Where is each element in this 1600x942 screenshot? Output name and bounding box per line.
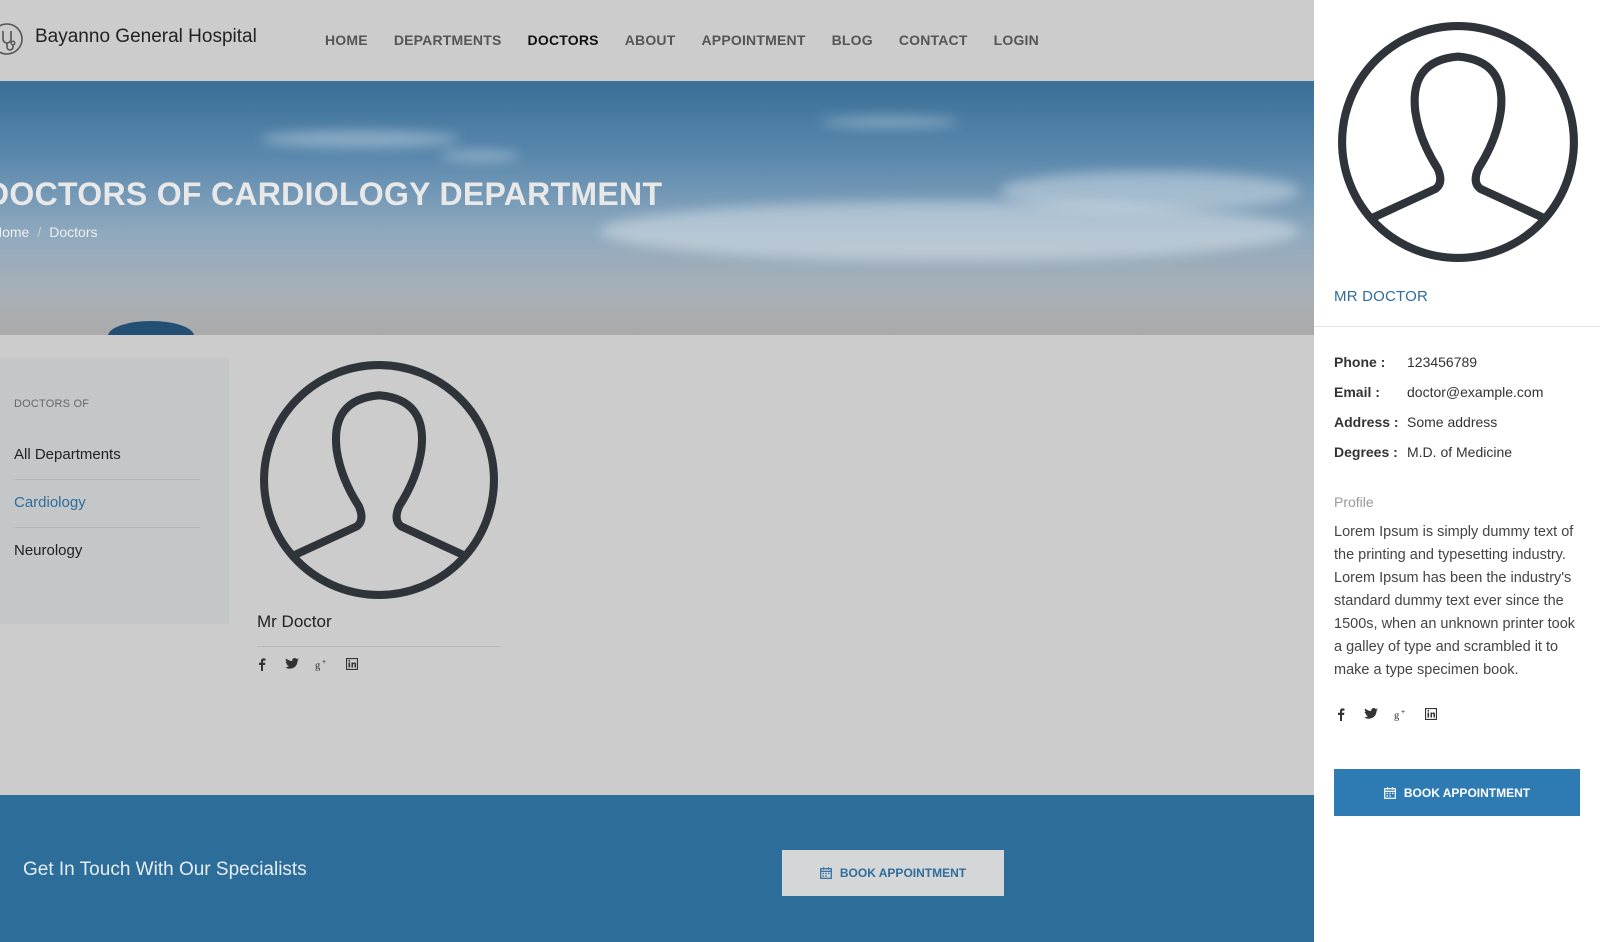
info-value: 123456789 xyxy=(1407,354,1478,370)
sidebar-heading: DOCTORS OF xyxy=(14,398,90,410)
profile-text: Lorem Ipsum is simply dummy text of the … xyxy=(1334,524,1576,678)
nav-appointment[interactable]: APPOINTMENT xyxy=(701,32,805,48)
calendar-icon xyxy=(819,867,832,879)
breadcrumb-home[interactable]: Home xyxy=(0,224,29,240)
profile-heading: Profile xyxy=(1334,494,1374,510)
sidebar-item-neurology[interactable]: Neurology xyxy=(14,542,200,575)
info-label: Phone : xyxy=(1334,354,1386,370)
info-phone: Phone : 123456789 xyxy=(1334,354,1477,370)
linkedin-icon[interactable] xyxy=(1424,707,1438,721)
info-degrees: Degrees : M.D. of Medicine xyxy=(1334,444,1512,460)
panel-doctor-avatar xyxy=(1338,22,1578,262)
department-sidebar: DOCTORS OF All Departments Cardiology Ne… xyxy=(0,358,229,624)
svg-text:g: g xyxy=(1394,710,1400,721)
twitter-icon[interactable] xyxy=(1364,707,1378,721)
info-label: Email : xyxy=(1334,384,1380,400)
nav-about[interactable]: ABOUT xyxy=(625,32,676,48)
breadcrumb: Home / Doctors xyxy=(0,224,97,240)
book-appointment-button[interactable]: BOOK APPOINTMENT xyxy=(782,850,1004,896)
info-email: Email : doctor@example.com xyxy=(1334,384,1543,400)
book-appointment-label: BOOK APPOINTMENT xyxy=(839,866,967,880)
nav-doctors[interactable]: DOCTORS xyxy=(528,32,599,48)
info-value: Some address xyxy=(1407,414,1498,430)
nav-home[interactable]: HOME xyxy=(325,32,368,48)
svg-text:+: + xyxy=(322,659,326,666)
nav-blog[interactable]: BLOG xyxy=(832,32,873,48)
facebook-icon[interactable] xyxy=(1334,707,1348,721)
cta-text: Get In Touch With Our Specialists xyxy=(23,859,307,880)
hill-decoration xyxy=(108,321,194,335)
doctor-avatar[interactable] xyxy=(258,359,500,601)
info-value: M.D. of Medicine xyxy=(1407,444,1513,460)
google-plus-icon[interactable]: g + xyxy=(1394,707,1408,721)
cloud-decoration xyxy=(440,151,520,161)
svg-text:+: + xyxy=(1401,709,1405,716)
facebook-icon[interactable] xyxy=(255,657,269,671)
doctor-social-links: g + xyxy=(255,657,359,671)
cta-band: Get In Touch With Our Specialists BOOK A… xyxy=(0,795,1314,942)
breadcrumb-current: Doctors xyxy=(49,224,98,240)
main-nav: HOME DEPARTMENTS DOCTORS ABOUT APPOINTME… xyxy=(325,32,1065,48)
nav-login[interactable]: LOGIN xyxy=(994,32,1039,48)
cloud-decoration xyxy=(260,131,460,147)
google-plus-icon[interactable]: g + xyxy=(315,657,329,671)
sidebar-item-all-departments[interactable]: All Departments xyxy=(14,446,200,480)
info-label: Degrees : xyxy=(1334,444,1398,460)
panel-book-appointment-button[interactable]: BOOK APPOINTMENT xyxy=(1334,769,1580,816)
breadcrumb-separator: / xyxy=(37,224,42,240)
doctor-name[interactable]: Mr Doctor xyxy=(257,612,332,632)
cloud-decoration xyxy=(600,201,1300,261)
nav-contact[interactable]: CONTACT xyxy=(899,32,968,48)
twitter-icon[interactable] xyxy=(285,657,299,671)
site-header: Bayanno General Hospital HOME DEPARTMENT… xyxy=(0,0,1314,81)
cloud-decoration xyxy=(820,117,960,127)
divider xyxy=(1314,326,1600,327)
stethoscope-icon[interactable] xyxy=(0,22,24,56)
page-title: DOCTORS OF CARDIOLOGY DEPARTMENT xyxy=(0,176,663,212)
linkedin-icon[interactable] xyxy=(345,657,359,671)
divider xyxy=(257,646,501,647)
doctor-detail-panel: MR DOCTOR Phone : 123456789 Email : doct… xyxy=(1314,0,1600,942)
panel-book-appointment-label: BOOK APPOINTMENT xyxy=(1403,785,1531,800)
sidebar-item-cardiology[interactable]: Cardiology xyxy=(14,494,200,528)
info-label: Address : xyxy=(1334,414,1399,430)
panel-social-links: g + xyxy=(1334,707,1438,721)
calendar-icon xyxy=(1383,786,1396,799)
info-address: Address : Some address xyxy=(1334,414,1497,430)
info-value[interactable]: doctor@example.com xyxy=(1407,384,1543,400)
svg-text:g: g xyxy=(315,660,321,671)
brand-name[interactable]: Bayanno General Hospital xyxy=(35,26,257,48)
hero-banner: DOCTORS OF CARDIOLOGY DEPARTMENT Home / Do… xyxy=(0,81,1314,335)
nav-departments[interactable]: DEPARTMENTS xyxy=(394,32,502,48)
panel-doctor-name: MR DOCTOR xyxy=(1334,288,1429,305)
